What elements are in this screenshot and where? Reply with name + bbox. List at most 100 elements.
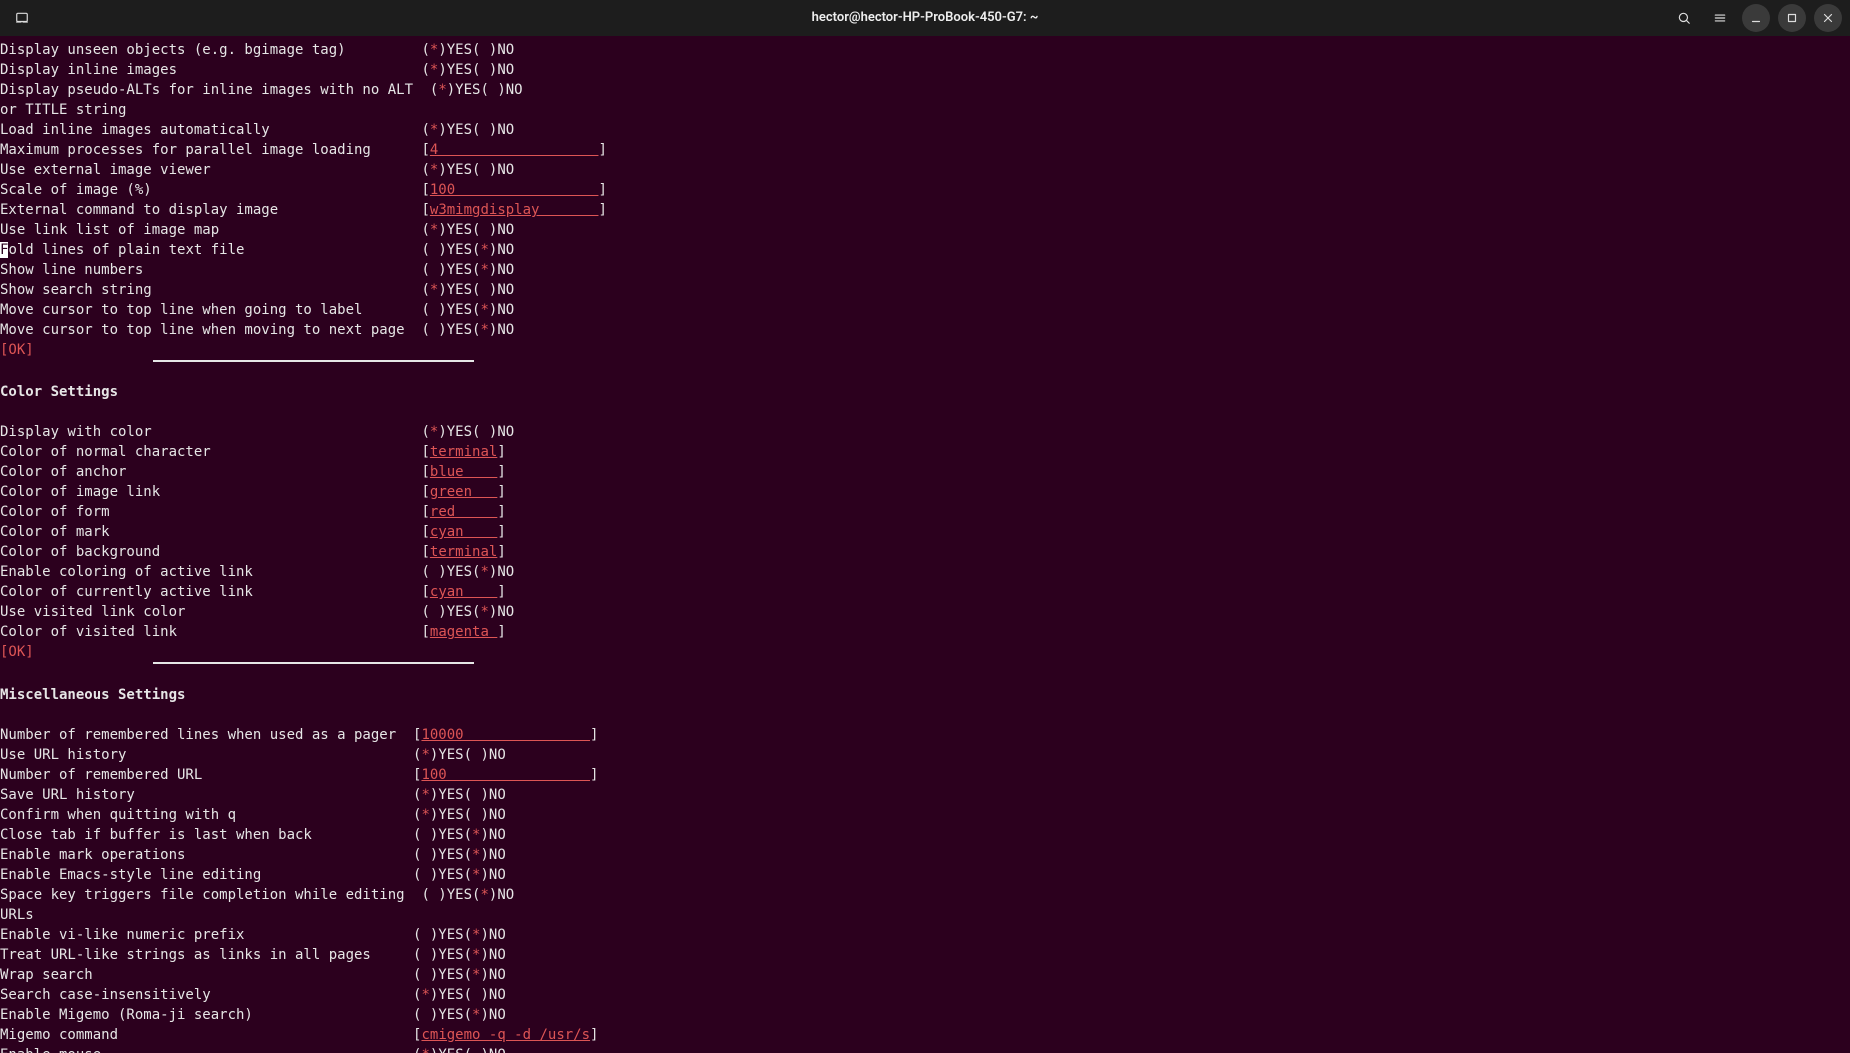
color-row-5-label: Color of mark <box>0 522 110 542</box>
misc-row-15-label: Enable mouse <box>0 1045 101 1053</box>
radio-yes-selected-icon: * <box>421 1047 429 1053</box>
color-row-8-field[interactable]: cyan <box>430 582 497 602</box>
misc-row-3-radio-no[interactable]: ( )NO <box>464 785 506 805</box>
top-row-5-radio-no[interactable]: ( )NO <box>472 160 514 180</box>
top-row-10-radio-yes[interactable]: ( )YES <box>421 260 472 280</box>
color-row-5-field[interactable]: cyan <box>430 522 497 542</box>
top-row-7-field[interactable]: w3mimgdisplay <box>430 200 599 220</box>
misc-row-12-radio-yes[interactable]: (*)YES <box>413 985 464 1005</box>
misc-row-9-radio-yes[interactable]: ( )YES <box>413 925 464 945</box>
top-row-3-radio-yes[interactable]: (*)YES <box>421 120 472 140</box>
misc-row-8-radio-yes[interactable]: ( )YES <box>421 885 472 905</box>
radio-no-selected-icon: * <box>480 302 488 318</box>
color-row-4: Color of form [red ] <box>0 502 1850 522</box>
color-row-2-field[interactable]: blue <box>430 462 497 482</box>
misc-row-2: Number of remembered URL [100 ] <box>0 765 1850 785</box>
top-row-11-radio-yes[interactable]: (*)YES <box>421 280 472 300</box>
close-button[interactable] <box>1814 4 1842 32</box>
color-ok-button[interactable]: [OK] <box>0 642 34 662</box>
search-button[interactable] <box>1670 4 1698 32</box>
misc-row-5-radio-no[interactable]: (*)NO <box>464 825 506 845</box>
color-row-0-radio-yes[interactable]: (*)YES <box>421 422 472 442</box>
color-row-9-radio-yes[interactable]: ( )YES <box>421 602 472 622</box>
color-row-3-field[interactable]: green <box>430 482 497 502</box>
misc-row-2-field[interactable]: 100 <box>421 765 590 785</box>
top-row-12-radio-no[interactable]: (*)NO <box>472 300 514 320</box>
top-row-9-radio-no[interactable]: (*)NO <box>472 240 514 260</box>
color-row-9-radio-no[interactable]: (*)NO <box>472 602 514 622</box>
color-row-0: Display with color (*)YES ( )NO <box>0 422 1850 442</box>
maximize-button[interactable] <box>1778 4 1806 32</box>
misc-row-15: Enable mouse (*)YES ( )NO <box>0 1045 1850 1053</box>
misc-row-7-radio-yes[interactable]: ( )YES <box>413 865 464 885</box>
color-row-4-field[interactable]: red <box>430 502 497 522</box>
color-row-10-field[interactable]: magenta <box>430 622 497 642</box>
color-row-1-field[interactable]: terminal <box>430 442 497 462</box>
top-row-0-radio-no[interactable]: ( )NO <box>472 40 514 60</box>
misc-row-10-radio-no[interactable]: (*)NO <box>464 945 506 965</box>
misc-row-10-radio-yes[interactable]: ( )YES <box>413 945 464 965</box>
top-row-1-radio-yes[interactable]: (*)YES <box>421 60 472 80</box>
color-row-1-label: Color of normal character <box>0 442 211 462</box>
misc-row-1-radio-yes[interactable]: (*)YES <box>413 745 464 765</box>
misc-row-11: Wrap search ( )YES (*)NO <box>0 965 1850 985</box>
minimize-button[interactable] <box>1742 4 1770 32</box>
menu-button[interactable] <box>1706 4 1734 32</box>
top-row-13-radio-yes[interactable]: ( )YES <box>421 320 472 340</box>
top-row-11-radio-no[interactable]: ( )NO <box>472 280 514 300</box>
misc-row-15-radio-no[interactable]: ( )NO <box>464 1045 506 1053</box>
misc-row-13-radio-no[interactable]: (*)NO <box>464 1005 506 1025</box>
color-row-0-radio-no[interactable]: ( )NO <box>472 422 514 442</box>
top-row-3-label: Load inline images automatically <box>0 120 270 140</box>
top-row-2-radio-no[interactable]: ( )NO <box>480 80 522 100</box>
misc-row-0-field[interactable]: 10000 <box>421 725 590 745</box>
color-row-7-radio-yes[interactable]: ( )YES <box>421 562 472 582</box>
color-row-7-label: Enable coloring of active link <box>0 562 253 582</box>
top-row-4-field[interactable]: 4 <box>430 140 599 160</box>
top-row-2-radio-yes[interactable]: (*)YES <box>430 80 481 100</box>
top-row-9-radio-yes[interactable]: ( )YES <box>421 240 472 260</box>
radio-yes-selected-icon: * <box>421 787 429 803</box>
misc-row-9: Enable vi-like numeric prefix ( )YES (*)… <box>0 925 1850 945</box>
misc-row-5-radio-yes[interactable]: ( )YES <box>413 825 464 845</box>
top-row-8-radio-no[interactable]: ( )NO <box>472 220 514 240</box>
top-row-5-radio-yes[interactable]: (*)YES <box>421 160 472 180</box>
top-row-10-radio-no[interactable]: (*)NO <box>472 260 514 280</box>
top-row-12-radio-yes[interactable]: ( )YES <box>421 300 472 320</box>
terminal-tab-icon <box>15 11 29 25</box>
top-row-1-radio-no[interactable]: ( )NO <box>472 60 514 80</box>
radio-yes-selected-icon: * <box>430 42 438 58</box>
misc-row-12-radio-no[interactable]: ( )NO <box>464 985 506 1005</box>
misc-row-3-radio-yes[interactable]: (*)YES <box>413 785 464 805</box>
radio-no-selected-icon: * <box>472 947 480 963</box>
top-row-0-radio-yes[interactable]: (*)YES <box>421 40 472 60</box>
misc-row-8-radio-no[interactable]: (*)NO <box>472 885 514 905</box>
misc-row-6-radio-no[interactable]: (*)NO <box>464 845 506 865</box>
color-row-8-label: Color of currently active link <box>0 582 253 602</box>
radio-yes-selected-icon: * <box>421 807 429 823</box>
terminal-content[interactable]: Display unseen objects (e.g. bgimage tag… <box>0 36 1850 1053</box>
top-row-6-field[interactable]: 100 <box>430 180 599 200</box>
misc-row-6-radio-yes[interactable]: ( )YES <box>413 845 464 865</box>
top-row-6-label: Scale of image (%) <box>0 180 152 200</box>
top-row-8-radio-yes[interactable]: (*)YES <box>421 220 472 240</box>
misc-row-11-radio-yes[interactable]: ( )YES <box>413 965 464 985</box>
misc-row-11-radio-no[interactable]: (*)NO <box>464 965 506 985</box>
misc-row-15-radio-yes[interactable]: (*)YES <box>413 1045 464 1053</box>
misc-row-1-radio-no[interactable]: ( )NO <box>464 745 506 765</box>
new-tab-button[interactable] <box>8 4 36 32</box>
misc-row-14-field[interactable]: cmigemo -q -d /usr/s <box>421 1025 590 1045</box>
color-row-7-radio-no[interactable]: (*)NO <box>472 562 514 582</box>
misc-row-4-radio-yes[interactable]: (*)YES <box>413 805 464 825</box>
top-row-3-radio-no[interactable]: ( )NO <box>472 120 514 140</box>
misc-row-7-radio-no[interactable]: (*)NO <box>464 865 506 885</box>
misc-row-13-radio-yes[interactable]: ( )YES <box>413 1005 464 1025</box>
top-row-12-label: Move cursor to top line when going to la… <box>0 300 362 320</box>
color-row-6-field[interactable]: terminal <box>430 542 497 562</box>
top-ok-button[interactable]: [OK] <box>0 340 34 360</box>
misc-row-9-radio-no[interactable]: (*)NO <box>464 925 506 945</box>
radio-yes-selected-icon: * <box>430 282 438 298</box>
top-row-13-radio-no[interactable]: (*)NO <box>472 320 514 340</box>
misc-row-4-radio-no[interactable]: ( )NO <box>464 805 506 825</box>
top-row-1: Display inline images (*)YES ( )NO <box>0 60 1850 80</box>
